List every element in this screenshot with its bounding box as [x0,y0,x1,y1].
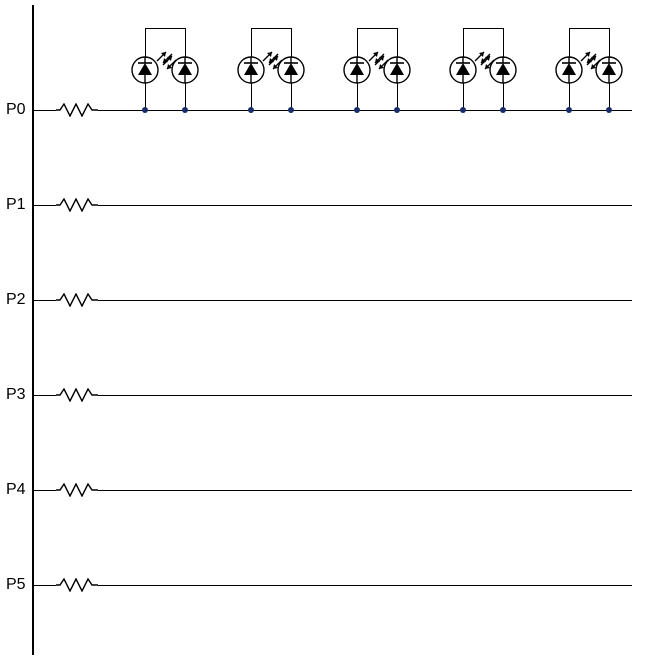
junction-node [288,107,294,113]
module-vwire [145,28,146,57]
pin-label-p1: P1 [6,197,26,213]
module-vwire [397,28,398,57]
pin-label-p4: P4 [6,482,26,498]
resistor-p2 [56,293,98,307]
junction-node [566,107,572,113]
module-vwire [185,83,186,110]
pin-label-p0: P0 [6,102,26,118]
module-top-wire [251,28,291,29]
photodiode-receive-arrows-icon [579,49,603,73]
module-vwire [357,83,358,110]
junction-node [500,107,506,113]
wire-bus-to-resistor [32,300,56,301]
module-vwire [145,83,146,110]
wire-bus-to-resistor [32,205,56,206]
wire-bus-to-resistor [32,395,56,396]
photodiode-receive-arrows-icon [261,49,285,73]
module-top-wire [569,28,609,29]
module-vwire [185,28,186,57]
wire-rail [98,205,632,206]
module-vwire [463,28,464,57]
module-vwire [397,83,398,110]
module-top-wire [145,28,185,29]
wire-bus-to-resistor [32,490,56,491]
junction-node [248,107,254,113]
photodiode-receive-arrows-icon [473,49,497,73]
photodiode-receive-arrows-icon [367,49,391,73]
module-vwire [463,83,464,110]
junction-node [460,107,466,113]
vertical-bus [32,5,34,655]
module-top-wire [463,28,503,29]
wire-rail [98,490,632,491]
module-vwire [609,28,610,57]
junction-node [394,107,400,113]
wire-rail [98,395,632,396]
module-vwire [503,28,504,57]
module-vwire [291,83,292,110]
module-vwire [251,83,252,110]
pin-label-p5: P5 [6,577,26,593]
photodiode-receive-arrows-icon [155,49,179,73]
resistor-p3 [56,388,98,402]
junction-node [182,107,188,113]
resistor-p4 [56,483,98,497]
junction-node [142,107,148,113]
wire-bus-to-resistor [32,585,56,586]
module-vwire [569,28,570,57]
resistor-p1 [56,198,98,212]
junction-node [606,107,612,113]
wire-rail [98,300,632,301]
module-vwire [251,28,252,57]
wire-rail [98,110,632,111]
module-vwire [357,28,358,57]
module-vwire [291,28,292,57]
module-top-wire [357,28,397,29]
module-vwire [609,83,610,110]
pin-label-p3: P3 [6,387,26,403]
wire-rail [98,585,632,586]
junction-node [354,107,360,113]
module-vwire [503,83,504,110]
resistor-p5 [56,578,98,592]
wire-bus-to-resistor [32,110,56,111]
pin-label-p2: P2 [6,292,26,308]
resistor-p0 [56,103,98,117]
module-vwire [569,83,570,110]
